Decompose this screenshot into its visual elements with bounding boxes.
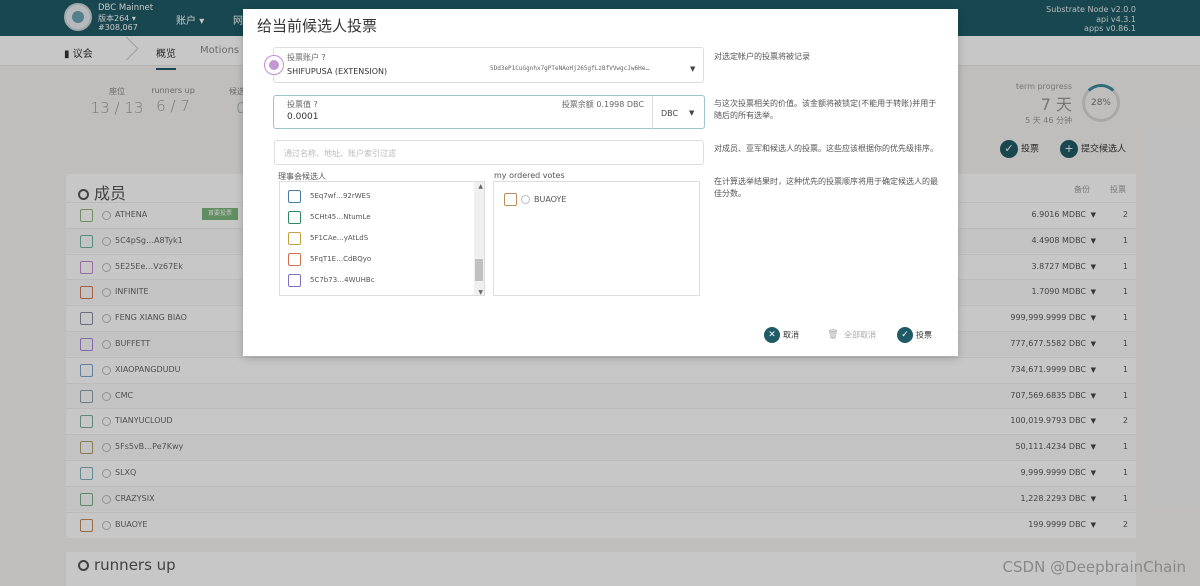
cancel-button[interactable]: ✕ 取消 <box>764 327 799 343</box>
vote-amount-input[interactable]: 投票值 ? 0.0001 投票余额 0.1998 DBC DBC ▼ <box>273 95 706 130</box>
account-label: 投票账户 ? <box>287 53 326 62</box>
chevron-down-icon: ▼ <box>690 65 696 73</box>
account-hint: 对选定帐户的投票将被记录 <box>714 52 810 61</box>
ordered-votes-label: my ordered votes <box>494 171 565 180</box>
help-icon: ? <box>313 100 318 109</box>
ordered-votes-list[interactable]: BUAOYE <box>493 181 700 296</box>
scroll-down-icon[interactable]: ▼ <box>478 289 483 295</box>
watermark: CSDN @DeepbrainChain <box>1002 558 1186 576</box>
scroll-up-icon[interactable]: ▲ <box>478 183 483 190</box>
amount-value[interactable]: 0.0001 <box>287 112 319 122</box>
candidate-item[interactable]: 5C7b73…4WUHBc <box>288 272 468 292</box>
account-selector[interactable]: 投票账户 ? SHIFUPUSA (EXTENSION) 5Dd3eP1CuGg… <box>264 47 704 83</box>
filter-hint: 对成员、亚军和候选人的投票。这些应该根据你的优先级排序。 <box>714 144 938 153</box>
check-icon: ✓ <box>897 327 913 343</box>
amount-label: 投票值 ? <box>287 100 318 109</box>
filter-input[interactable]: 通过名称、地址、账户索引过滤 <box>274 140 704 165</box>
amount-hint: 与这次投票相关的价值。该金额将被锁定(不能用于转账)并用于随后的所有选举。 <box>714 99 937 120</box>
identity-dot-icon <box>521 195 530 204</box>
candidate-item[interactable]: 5Eq7wf…92rWES <box>288 188 468 208</box>
candidates-list[interactable]: 5Eq7wf…92rWES 5CHt45…NtumLe 5F1CAe…yAtLdS 5… <box>279 181 485 296</box>
candidate-address: 5F1CAe…yAtLdS <box>310 234 369 242</box>
account-address: 5Dd3eP1CuGgnhx7gPTeNAoHj265gfLzBfVVwgcJw… <box>490 65 649 72</box>
candidate-address: 5Eq7wf…92rWES <box>310 192 371 200</box>
identicon <box>288 190 301 203</box>
identicon <box>288 253 301 266</box>
modal-title: 给当前候选人投票 <box>257 17 378 35</box>
identicon <box>288 211 301 224</box>
candidate-item[interactable]: 5CHt45…NtumLe <box>288 209 468 229</box>
identicon <box>504 193 517 206</box>
scrollbar[interactable]: ▲ ▼ <box>474 182 484 295</box>
scrollbar-thumb[interactable] <box>475 259 483 281</box>
help-icon: ? <box>321 53 326 62</box>
ordered-vote-item[interactable]: BUAOYE <box>504 193 566 206</box>
unvote-all-button[interactable]: 🗑 全部取消 <box>825 327 876 343</box>
trash-icon: 🗑 <box>825 327 841 343</box>
voting-balance: 投票余额 0.1998 DBC <box>561 100 644 109</box>
candidate-address: 5CHt45…NtumLe <box>310 213 371 221</box>
close-icon: ✕ <box>764 327 780 343</box>
account-identicon <box>264 55 284 75</box>
order-hint: 在计算选举结果时，这种优先的投票顺序将用于确定候选人的最佳分数。 <box>714 177 938 198</box>
candidate-address: 5FqT1E…CdBQyo <box>310 255 372 263</box>
identicon <box>288 274 301 287</box>
unit-selector[interactable]: DBC ▼ <box>652 96 706 130</box>
chevron-down-icon: ▼ <box>689 109 695 117</box>
candidate-address: 5C7b73…4WUHBc <box>310 276 375 284</box>
account-name: SHIFUPUSA (EXTENSION) <box>287 67 388 76</box>
identicon <box>288 232 301 245</box>
candidate-item[interactable]: 5FqT1E…CdBQyo <box>288 251 468 271</box>
vote-modal: 给当前候选人投票 投票账户 ? SHIFUPUSA (EXTENSION) 5D… <box>243 9 958 356</box>
vote-submit-button[interactable]: ✓ 投票 <box>897 327 932 343</box>
candidate-item[interactable]: 5F1CAe…yAtLdS <box>288 230 468 250</box>
